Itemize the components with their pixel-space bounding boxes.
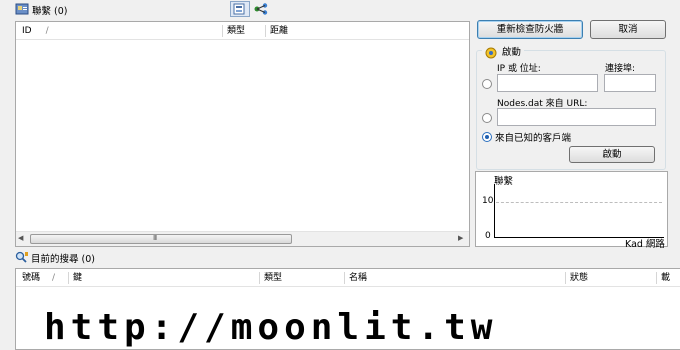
port-label: 連接埠: [605,64,636,74]
contacts-header: 聯繫 (0) [0,0,475,18]
column-type[interactable]: 類型 [260,269,344,287]
graph-y-axis [494,184,495,238]
column-key[interactable]: 鍵 [69,269,259,287]
sort-arrow: / [45,26,49,36]
searches-title: 目前的搜尋 (0) [31,254,95,265]
searches-list-header: 號碼 / 鍵 類型 名稱 狀態 載 [16,269,680,287]
contacts-icon [15,2,29,16]
ip-label: IP 或 位址: [497,64,541,74]
contacts-hscrollbar[interactable]: ◀ III ▶ [16,231,469,246]
scroll-left-arrow[interactable]: ◀ [18,234,23,242]
column-id[interactable]: ID / [18,22,223,40]
column-type[interactable]: 類型 [223,22,265,40]
graph-y-min: 0 [485,231,491,241]
column-number[interactable]: 號碼 / [18,269,68,287]
contacts-list-header: ID / 類型 距離 [16,22,469,40]
search-icon [15,251,29,264]
graph-gridline [496,202,662,203]
graph-y-max: 10 [482,196,494,206]
bootstrap-icon [485,47,497,59]
graph-x-label: Kad 網路 [625,239,665,250]
bootstrap-group-title: 啟動 [482,44,524,58]
nodes-radio[interactable] [482,113,492,123]
scroll-thumb[interactable]: III [30,234,292,244]
column-status[interactable]: 狀態 [566,269,656,287]
watermark: http://moonlit.tw [44,307,498,348]
searches-header: 目前的搜尋 (0) [15,250,415,265]
scroll-right-arrow[interactable]: ▶ [458,234,463,242]
graph-y-label: 聯繫 [494,176,514,187]
known-clients-label: 來自已知的客戶端 [495,133,572,144]
sort-arrow: / [52,273,56,283]
port-input[interactable] [604,74,656,92]
contacts-list[interactable]: ID / 類型 距離 ◀ III ▶ [15,21,470,247]
ip-input[interactable] [497,74,598,92]
ip-radio[interactable] [482,79,492,89]
recheck-firewall-button[interactable]: 重新檢查防火牆 [477,20,583,39]
scroll-grip: III [153,234,157,242]
column-name[interactable]: 名稱 [345,269,565,287]
known-clients-radio[interactable] [482,132,492,142]
column-load[interactable]: 載 [657,269,680,287]
column-distance[interactable]: 距離 [266,22,466,40]
kad-graph: 聯繫 10 0 Kad 網路 [475,171,668,250]
kad-network-icon[interactable] [254,3,268,15]
bootstrap-button[interactable]: 啟動 [569,146,655,163]
nodes-url-input[interactable] [497,108,656,126]
kad-graph-icon[interactable] [230,1,250,17]
cancel-button[interactable]: 取消 [590,20,666,39]
contacts-title: 聯繫 (0) [32,6,68,17]
